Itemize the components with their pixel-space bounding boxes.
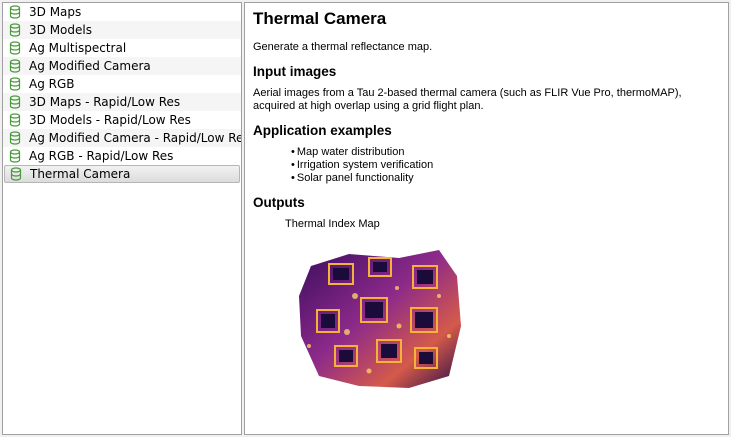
input-images-heading: Input images (253, 64, 337, 79)
template-label: 3D Models (29, 23, 92, 37)
output-caption: Thermal Index Map (285, 218, 380, 230)
database-icon (9, 23, 21, 37)
template-label: 3D Maps (29, 5, 82, 19)
database-icon (9, 131, 21, 145)
template-label: Ag Modified Camera - Rapid/Low Res (29, 131, 242, 145)
template-detail-panel: Thermal Camera Generate a thermal reflec… (244, 2, 729, 435)
detail-title: Thermal Camera (253, 9, 387, 28)
template-item-ag-multispectral[interactable]: Ag Multispectral (3, 39, 241, 57)
database-icon (9, 77, 21, 91)
database-icon (9, 113, 21, 127)
detail-description: Generate a thermal reflectance map. (253, 41, 433, 53)
template-item-ag-modified-camera-rapid[interactable]: Ag Modified Camera - Rapid/Low Res (3, 129, 241, 147)
database-icon (10, 167, 22, 181)
list-item: Irrigation system verification (291, 159, 720, 172)
template-label: Ag Modified Camera (29, 59, 151, 73)
template-label: Ag RGB (29, 77, 75, 91)
template-list: 3D Maps 3D Models Ag Multispectral Ag Mo… (2, 2, 242, 435)
database-icon (9, 149, 21, 163)
database-icon (9, 59, 21, 73)
list-item: Map water distribution (291, 146, 720, 159)
template-item-3d-maps[interactable]: 3D Maps (3, 3, 241, 21)
thermal-index-map-image (299, 250, 461, 388)
template-label: Ag RGB - Rapid/Low Res (29, 149, 174, 163)
database-icon (9, 41, 21, 55)
template-item-3d-maps-rapid[interactable]: 3D Maps - Rapid/Low Res (3, 93, 241, 111)
database-icon (9, 95, 21, 109)
template-item-3d-models-rapid[interactable]: 3D Models - Rapid/Low Res (3, 111, 241, 129)
template-label: Thermal Camera (30, 167, 131, 181)
template-item-ag-rgb[interactable]: Ag RGB (3, 75, 241, 93)
input-images-text: Aerial images from a Tau 2-based thermal… (253, 87, 682, 112)
outputs-heading: Outputs (253, 195, 305, 210)
template-label: 3D Maps - Rapid/Low Res (29, 95, 181, 109)
template-label: 3D Models - Rapid/Low Res (29, 113, 191, 127)
template-item-ag-modified-camera[interactable]: Ag Modified Camera (3, 57, 241, 75)
template-label: Ag Multispectral (29, 41, 127, 55)
list-item: Solar panel functionality (291, 172, 720, 185)
application-examples-list: Map water distribution Irrigation system… (253, 146, 720, 185)
template-item-ag-rgb-rapid[interactable]: Ag RGB - Rapid/Low Res (3, 147, 241, 165)
template-item-thermal-camera[interactable]: Thermal Camera (4, 165, 240, 183)
database-icon (9, 5, 21, 19)
application-examples-heading: Application examples (253, 123, 392, 138)
template-item-3d-models[interactable]: 3D Models (3, 21, 241, 39)
